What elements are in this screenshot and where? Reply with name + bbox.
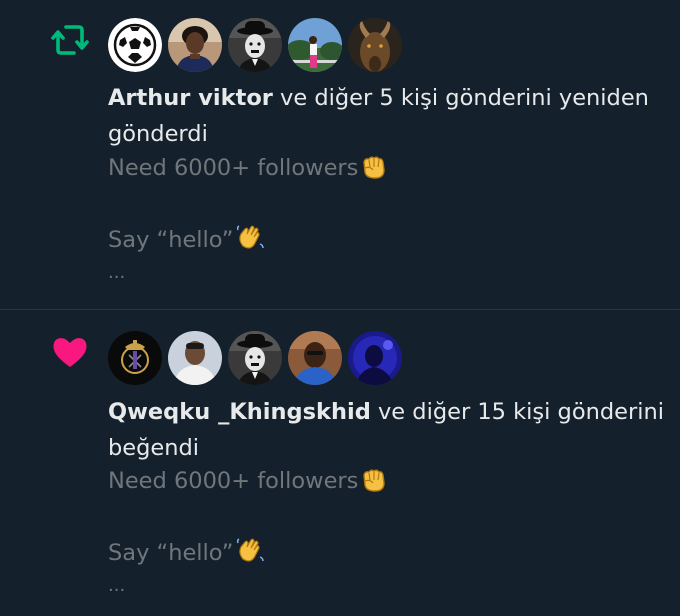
notification-repost[interactable]: Arthur viktor ve diğer 5 kişi gönderini … [0, 0, 680, 310]
avatar-stack [108, 331, 408, 385]
post-preview[interactable]: Need 6000+ followers Say “hello” ... [108, 150, 388, 294]
notifications-feed: Arthur viktor ve diğer 5 kişi gönderini … [0, 0, 680, 616]
fist-emoji-icon [360, 154, 388, 191]
waving-hand-emoji-icon [235, 537, 265, 576]
avatar[interactable] [288, 18, 342, 72]
avatar-stack [108, 18, 408, 72]
post-preview[interactable]: Need 6000+ followers Say “hello” ... [108, 463, 388, 607]
notification-text: Qweqku _Khingskhid ve diğer 15 kişi gönd… [108, 394, 668, 466]
preview-line: Say “hello” [108, 535, 388, 571]
notification-like[interactable]: Qweqku _Khingskhid ve diğer 15 kişi gönd… [0, 310, 680, 616]
more-ellipsis: ... [108, 262, 126, 283]
heart-icon [50, 332, 90, 372]
preview-line: Say “hello” [108, 222, 388, 258]
avatar[interactable] [168, 331, 222, 385]
fist-emoji-icon [360, 467, 388, 504]
avatar[interactable] [108, 331, 162, 385]
avatar[interactable] [288, 331, 342, 385]
preview-line: Need 6000+ followers [108, 463, 388, 499]
user-name-link[interactable]: Arthur viktor [108, 85, 273, 111]
avatar[interactable] [348, 18, 402, 72]
notification-text: Arthur viktor ve diğer 5 kişi gönderini … [108, 80, 668, 152]
preview-line: Need 6000+ followers [108, 150, 388, 186]
preview-text: Need 6000+ followers [108, 468, 359, 494]
repost-icon [50, 20, 90, 60]
preview-text: Say “hello” [108, 540, 234, 566]
avatar[interactable] [228, 331, 282, 385]
waving-hand-emoji-icon [235, 224, 265, 263]
preview-text: Need 6000+ followers [108, 155, 359, 181]
user-name-link[interactable]: Qweqku _Khingskhid [108, 399, 371, 425]
avatar[interactable] [168, 18, 222, 72]
preview-text: Say “hello” [108, 227, 234, 253]
more-ellipsis: ... [108, 575, 126, 596]
avatar[interactable] [108, 18, 162, 72]
avatar[interactable] [228, 18, 282, 72]
avatar[interactable] [348, 331, 402, 385]
